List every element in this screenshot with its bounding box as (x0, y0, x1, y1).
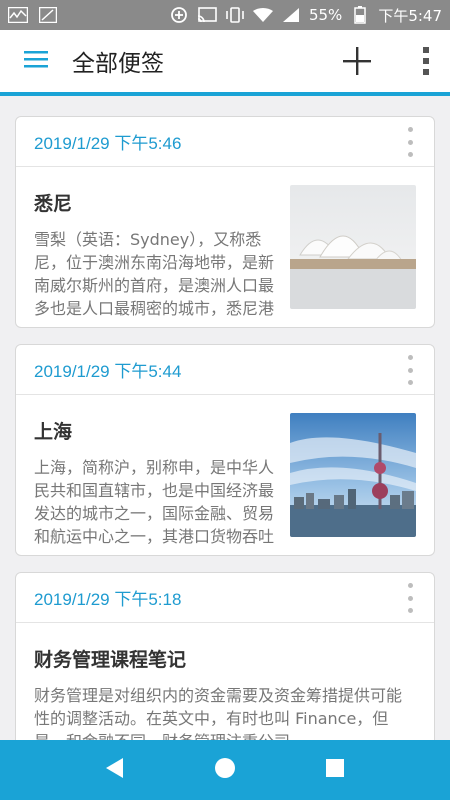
hamburger-menu-icon (24, 50, 48, 72)
note-card-header: 2019/1/29 下午5:46 (16, 117, 434, 167)
note-card-body: 财务管理课程笔记 财务管理是对组织内的资金需要及资金筹措提供可能性的调整活动。在… (16, 623, 434, 740)
back-button[interactable] (93, 748, 137, 792)
wifi-icon (252, 6, 273, 24)
navigation-bar (0, 740, 450, 800)
more-vertical-icon (407, 355, 413, 360)
app-bar: 全部便签 (0, 30, 450, 96)
note-date: 2019/1/29 下午5:18 (34, 590, 182, 609)
battery-icon (350, 6, 370, 24)
note-preview-text: 上海，简称沪，别称申，是中华人民共和国直辖市，也是中国经济最发达的城市之一，国际… (34, 458, 274, 546)
add-note-button[interactable] (334, 40, 380, 86)
page-title: 全部便签 (72, 51, 164, 77)
more-vertical-icon (407, 127, 413, 132)
overflow-menu-button[interactable] (416, 40, 436, 86)
note-card-header: 2019/1/29 下午5:18 (16, 573, 434, 623)
note-card-body: 上海 上海，简称沪，别称申，是中华人民共和国直辖市，也是中国经济最发达的城市之一… (16, 395, 434, 555)
note-more-button[interactable] (404, 355, 416, 385)
home-circle-icon (214, 757, 236, 783)
recents-square-icon (325, 758, 345, 782)
cast-icon (197, 6, 217, 24)
data-saver-icon (169, 6, 189, 24)
sydney-opera-house-thumbnail (290, 185, 416, 309)
note-title: 财务管理课程笔记 (34, 649, 187, 671)
signal-icon (281, 6, 301, 24)
shanghai-skyline-thumbnail (290, 413, 416, 537)
activity-icon (8, 6, 28, 24)
more-vertical-icon (407, 583, 413, 588)
note-date: 2019/1/29 下午5:46 (34, 134, 182, 153)
home-button[interactable] (203, 748, 247, 792)
note-preview-text: 财务管理是对组织内的资金需要及资金筹措提供可能性的调整活动。在英文中，有时也叫 … (34, 686, 403, 740)
plus-icon (343, 47, 371, 79)
menu-button[interactable] (0, 28, 72, 94)
note-card-body: 悉尼 雪梨（英语：Sydney），又称悉尼，位于澳洲东南沿海地带，是新南威尔斯州… (16, 167, 434, 327)
recents-button[interactable] (313, 748, 357, 792)
status-bar: 55% 下午5:47 (0, 0, 450, 30)
note-card[interactable]: 2019/1/29 下午5:44 上海 上海，简称沪，别称申，是中华人民共和国直… (15, 344, 435, 556)
note-card[interactable]: 2019/1/29 下午5:18 财务管理课程笔记 财务管理是对组织内的资金需要… (15, 572, 435, 740)
back-triangle-icon (105, 757, 125, 783)
note-more-button[interactable] (404, 127, 416, 157)
more-vertical-icon (422, 47, 430, 79)
note-card-header: 2019/1/29 下午5:44 (16, 345, 434, 395)
battery-percent: 55% (308, 6, 343, 24)
notes-list: 2019/1/29 下午5:46 悉尼 雪梨（英语：Sydney），又称悉尼，位… (0, 100, 450, 740)
clock: 下午5:47 (378, 6, 442, 25)
note-more-button[interactable] (404, 583, 416, 613)
image-icon (38, 6, 58, 24)
note-preview-text: 雪梨（英语：Sydney），又称悉尼，位于澳洲东南沿海地带，是新南威尔斯州的首府… (34, 230, 274, 318)
note-date: 2019/1/29 下午5:44 (34, 362, 182, 381)
vibrate-icon (225, 6, 245, 24)
note-card[interactable]: 2019/1/29 下午5:46 悉尼 雪梨（英语：Sydney），又称悉尼，位… (15, 116, 435, 328)
